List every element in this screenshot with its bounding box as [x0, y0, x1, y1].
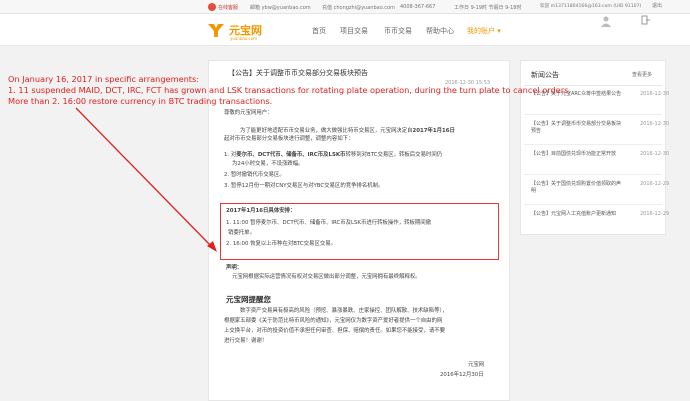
annotation-arrow: [75, 107, 217, 252]
